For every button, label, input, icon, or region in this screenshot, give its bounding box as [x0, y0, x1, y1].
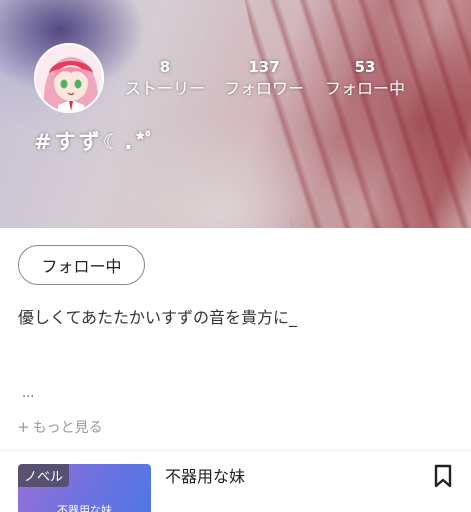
plus-icon: + [17, 418, 30, 436]
stat-stories-label: ストーリー [124, 79, 205, 98]
stat-followers-count: 137 [248, 58, 280, 76]
header-shade [0, 0, 471, 228]
story-title[interactable]: 不器用な妹 [165, 463, 245, 487]
story-thumbnail[interactable]: ノベル 不器用な妹 [18, 464, 151, 512]
avatar[interactable] [34, 43, 104, 113]
profile-header: 8 ストーリー 137 フォロワー 53 フォロー中 #すず☾.*ﾟ [0, 0, 471, 228]
profile-bio: 優しくてあたたかいすずの音を貴方に_ [18, 308, 298, 327]
stat-following-label: フォロー中 [324, 79, 405, 98]
stat-followers[interactable]: 137 フォロワー [222, 58, 306, 100]
profile-username: #すず☾.*ﾟ [34, 130, 159, 154]
stat-stories[interactable]: 8 ストーリー [123, 58, 207, 100]
show-more-link[interactable]: + もっと見る [17, 417, 103, 437]
story-thumbnail-title: 不器用な妹 [57, 504, 112, 512]
bookmark-icon[interactable] [434, 464, 452, 488]
bio-ellipsis: ... [22, 386, 35, 401]
show-more-label: もっと見る [32, 420, 103, 436]
stat-following-count: 53 [354, 58, 376, 76]
following-button[interactable]: フォロー中 [18, 245, 145, 285]
stat-followers-label: フォロワー [223, 79, 304, 98]
stat-following[interactable]: 53 フォロー中 [322, 58, 408, 100]
novel-badge: ノベル [18, 464, 70, 487]
stat-stories-count: 8 [159, 58, 171, 76]
section-divider [0, 450, 471, 451]
